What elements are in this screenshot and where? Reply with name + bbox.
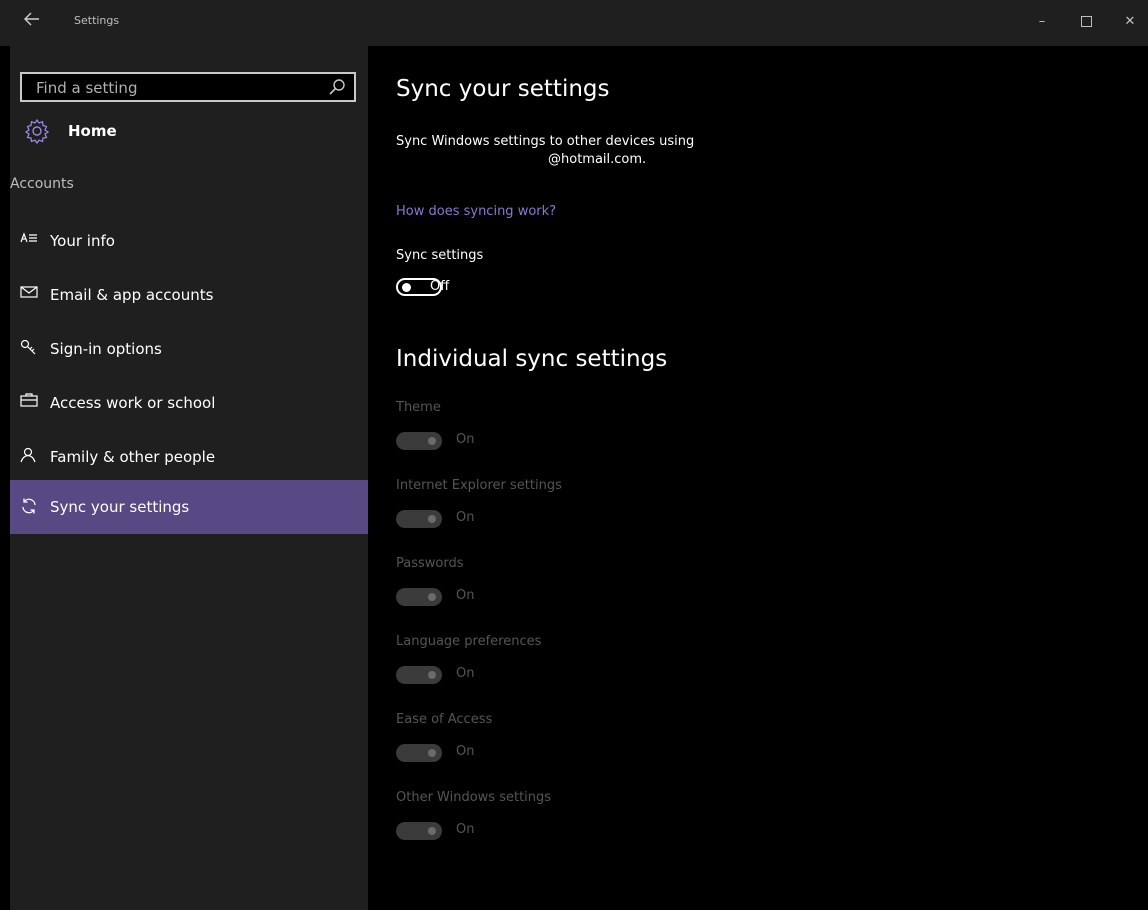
sidebar-item-label: Email & app accounts [50,286,214,304]
sidebar-item-your-info[interactable]: Your info [10,214,368,268]
toggle-knob [428,749,436,757]
sync-settings-state: Off [430,279,450,294]
individual-sync-title: Individual sync settings [396,346,668,372]
close-button[interactable]: ✕ [1120,12,1140,32]
toggle-knob [428,671,436,679]
person-icon [20,447,38,465]
sync-icon [20,497,38,515]
sidebar-item-label: Your info [50,232,115,250]
maximize-button[interactable] [1076,12,1096,32]
internet-explorer-settings-label: Internet Explorer settings [396,478,562,493]
accounts-section-label: Accounts [10,176,74,192]
other-windows-settings-toggle[interactable] [396,822,442,840]
other-windows-settings-state: On [456,822,475,837]
mail-icon [20,285,38,303]
sidebar-item-label: Sync your settings [50,498,190,516]
sync-settings-label: Sync settings [396,248,484,263]
toggle-knob [428,437,436,445]
back-arrow-icon[interactable] [24,12,44,32]
sidebar-item-label: Sign-in options [50,340,162,358]
toggle-knob [428,827,436,835]
sidebar-item-sign-in-options[interactable]: Sign-in options [10,322,368,376]
search-placeholder: Find a setting [36,79,138,97]
minimize-button[interactable]: – [1032,12,1052,32]
sidebar-item-label: Access work or school [50,394,216,412]
search-icon[interactable] [328,78,346,96]
maximize-icon [1080,16,1092,27]
sidebar-item-access-work-school[interactable]: Access work or school [10,376,368,430]
toggle-knob [428,515,436,523]
ease-of-access-toggle[interactable] [396,744,442,762]
passwords-state: On [456,588,475,603]
key-icon [20,339,38,357]
gear-icon [24,118,50,145]
theme-label: Theme [396,400,441,415]
ease-of-access-state: On [456,744,475,759]
internet-explorer-settings-state: On [456,510,475,525]
settings-window: Settings – ✕ Find a setting Home Account… [0,0,1148,910]
theme-toggle[interactable] [396,432,442,450]
how-syncing-works-link[interactable]: How does syncing work? [396,204,556,219]
sync-description-line2: @hotmail.com. [548,152,647,167]
sync-description-line1: Sync Windows settings to other devices u… [396,134,695,149]
toggle-knob [402,283,411,292]
toggle-knob [428,593,436,601]
internet-explorer-settings-toggle[interactable] [396,510,442,528]
passwords-toggle[interactable] [396,588,442,606]
home-label: Home [68,122,117,140]
language-preferences-label: Language preferences [396,634,542,649]
passwords-label: Passwords [396,556,464,571]
sidebar-item-email-app-accounts[interactable]: Email & app accounts [10,268,368,322]
briefcase-icon [20,393,38,411]
sidebar-item-sync-your-settings[interactable]: Sync your settings [10,480,368,534]
theme-state: On [456,432,475,447]
language-preferences-toggle[interactable] [396,666,442,684]
sidebar: Find a setting Home Accounts Your info E… [10,46,368,910]
sidebar-item-label: Family & other people [50,448,216,466]
language-preferences-state: On [456,666,475,681]
main-content: Sync your settings Sync Windows settings… [368,46,1148,910]
window-title: Settings [74,14,120,27]
page-title: Sync your settings [396,76,610,102]
sidebar-item-family-other-people[interactable]: Family & other people [10,430,368,484]
title-bar: Settings – ✕ [0,0,1148,46]
ease-of-access-label: Ease of Access [396,712,493,727]
search-input[interactable]: Find a setting [20,72,356,102]
other-windows-settings-label: Other Windows settings [396,790,552,805]
person-card-icon [20,231,38,249]
